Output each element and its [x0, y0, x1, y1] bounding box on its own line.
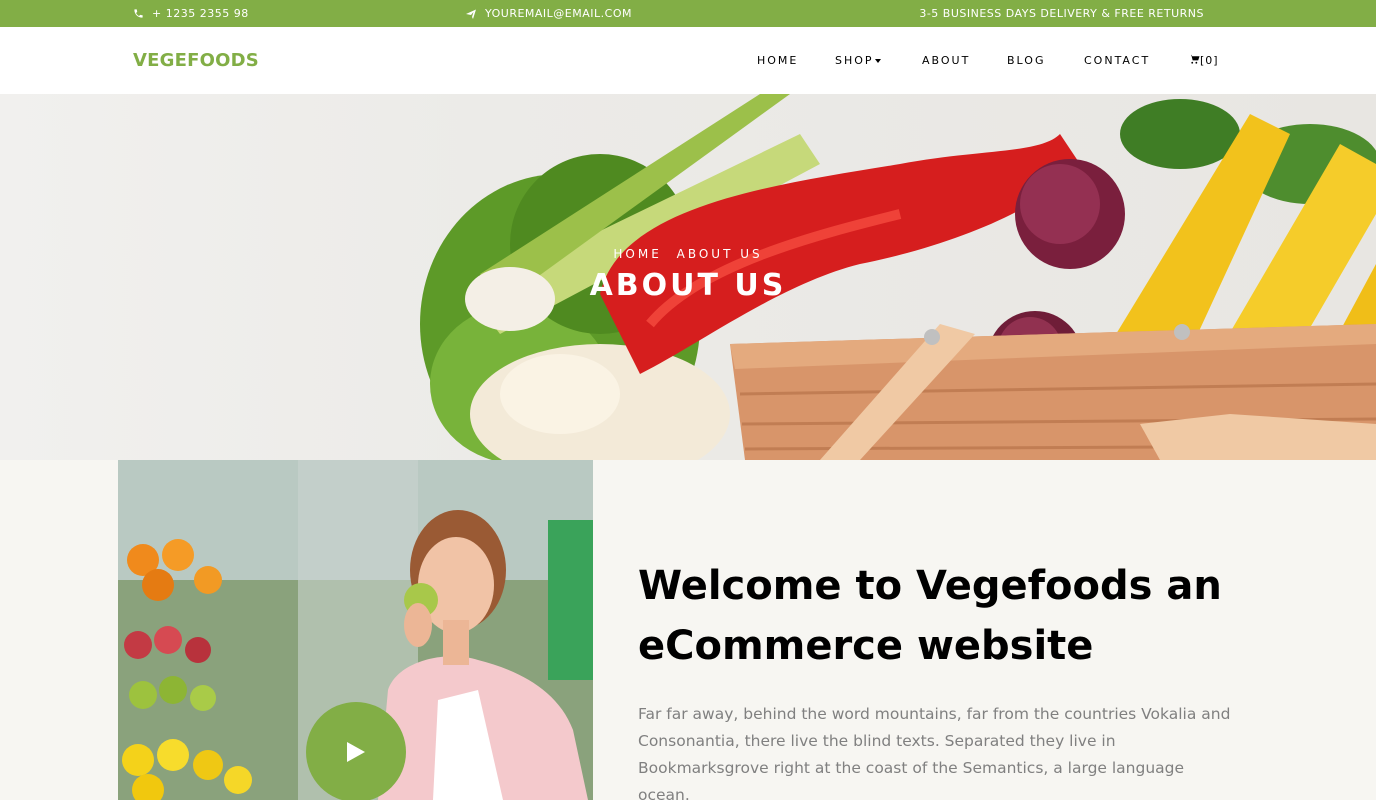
brand-logo[interactable]: VEGEFOODS [133, 50, 259, 71]
hero-banner: HOME ABOUT US ABOUT US [0, 94, 1376, 460]
phone-icon [134, 9, 143, 18]
nav-shop-label: SHOP [835, 54, 874, 67]
about-video-thumbnail [118, 460, 593, 800]
cart-count: [0] [1200, 54, 1219, 67]
page-title: ABOUT US [589, 268, 787, 303]
top-info-bar: + 1235 2355 98 YOUREMAIL@EMAIL.COM 3-5 B… [0, 0, 1376, 27]
breadcrumb-current: ABOUT US [676, 247, 763, 261]
nav-shop[interactable]: SHOP [835, 54, 881, 67]
breadcrumb: HOME ABOUT US [0, 247, 1376, 261]
email-contact: YOUREMAIL@EMAIL.COM [465, 0, 632, 27]
play-icon [347, 742, 365, 762]
about-heading: Welcome to Vegefoods an eCommerce websit… [638, 563, 1222, 669]
nav-contact[interactable]: CONTACT [1084, 54, 1150, 67]
nav-blog[interactable]: BLOG [1007, 54, 1045, 67]
paper-plane-icon [466, 9, 476, 19]
nav-cart[interactable]: [0] [1189, 54, 1219, 67]
delivery-info: 3-5 BUSINESS DAYS DELIVERY & FREE RETURN… [919, 7, 1204, 20]
nav-home[interactable]: HOME [757, 54, 798, 67]
hero-text: HOME ABOUT US ABOUT US [0, 94, 1376, 460]
email-address: YOUREMAIL@EMAIL.COM [485, 7, 632, 20]
breadcrumb-home[interactable]: HOME [613, 247, 661, 261]
phone-contact: + 1235 2355 98 [133, 0, 249, 27]
cart-icon [1189, 54, 1200, 64]
nav-about[interactable]: ABOUT [922, 54, 970, 67]
play-video-button[interactable] [306, 702, 406, 800]
caret-down-icon [874, 59, 881, 63]
about-description: Far far away, behind the word mountains,… [638, 705, 1231, 800]
main-navbar: VEGEFOODS HOME SHOP ABOUT BLOG CONTACT [… [0, 27, 1376, 94]
phone-number: + 1235 2355 98 [152, 7, 249, 20]
